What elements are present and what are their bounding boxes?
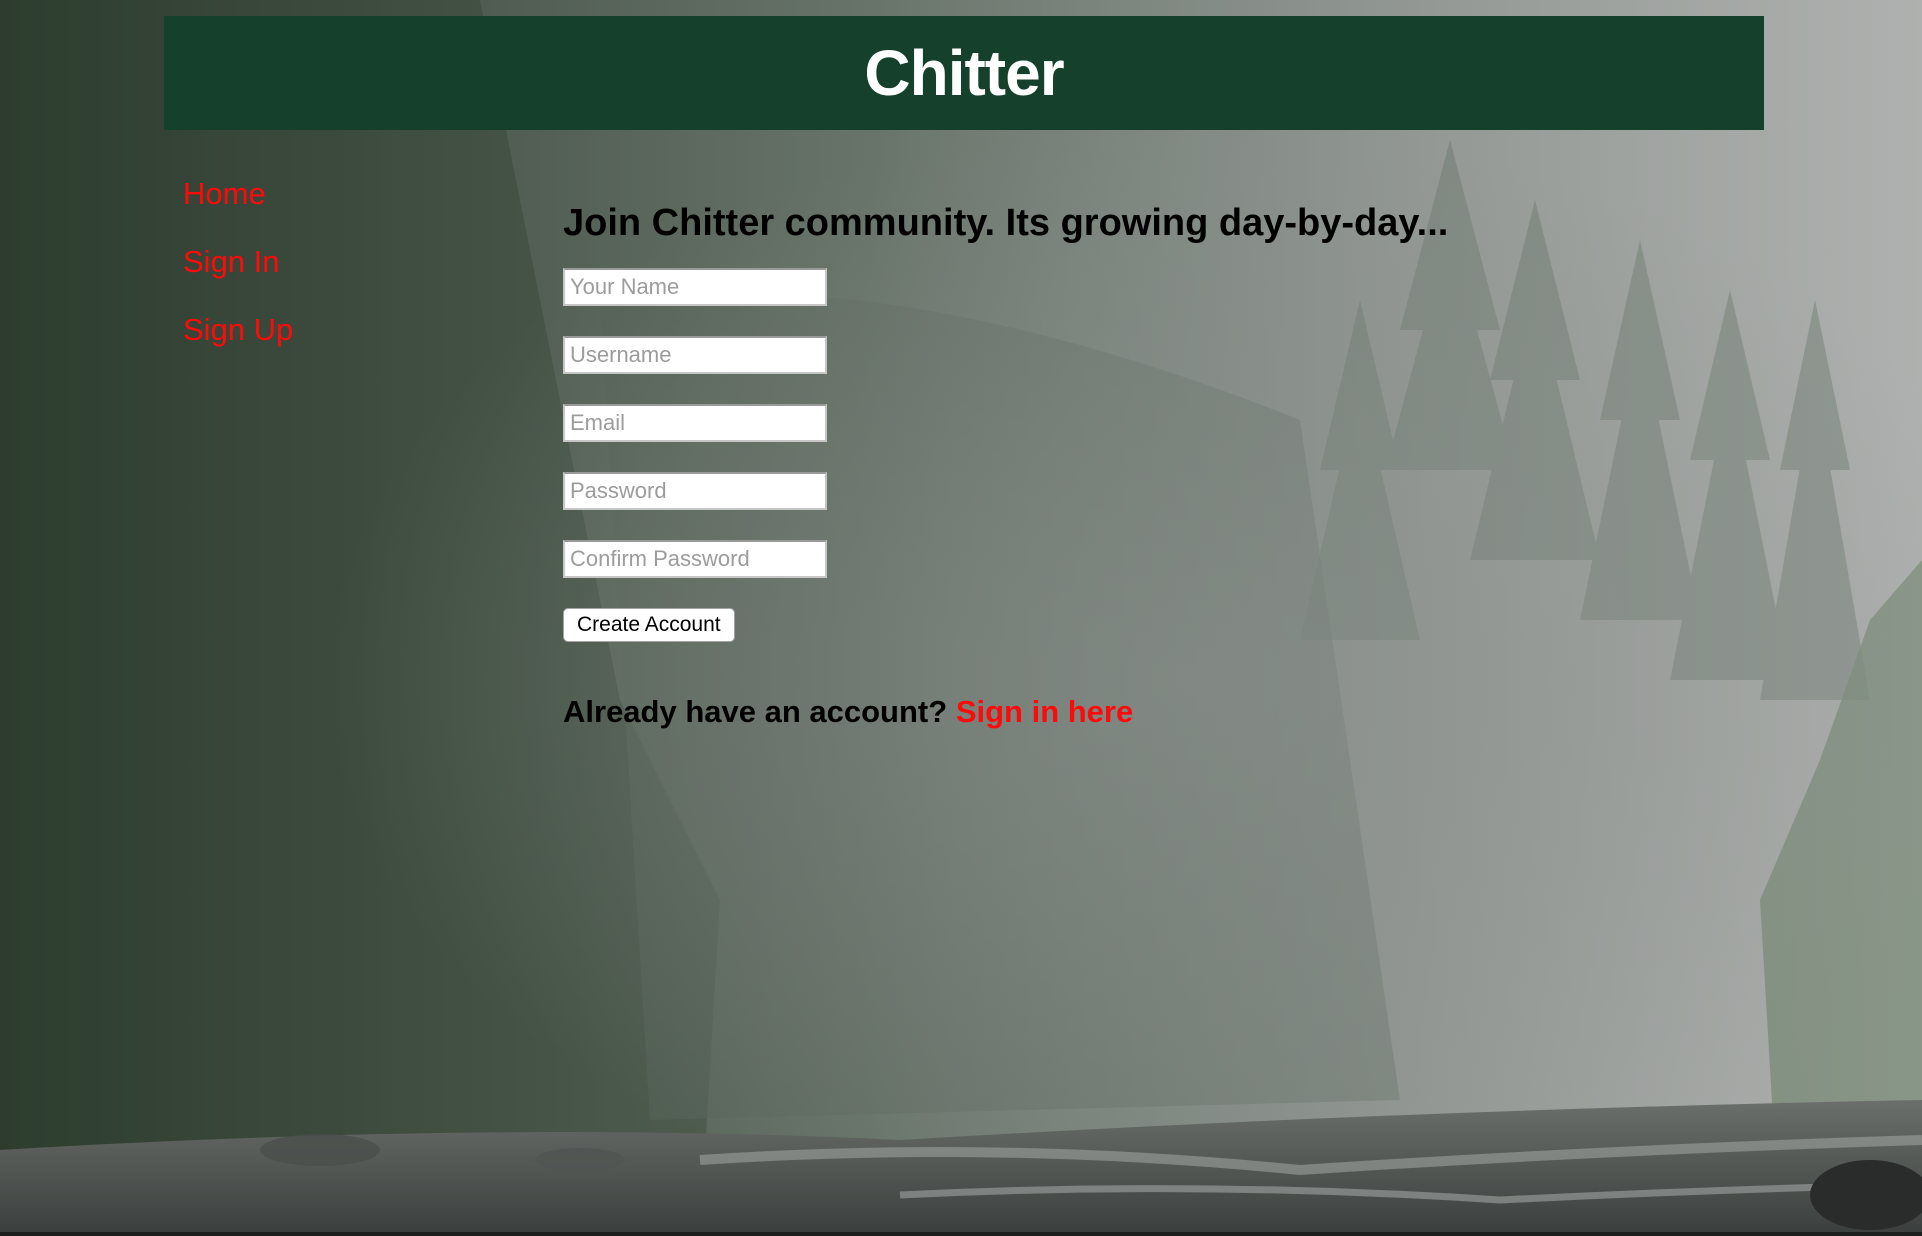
already-have-account-text: Already have an account? <box>563 694 948 729</box>
sidebar-nav: Home Sign In Sign Up <box>183 176 483 380</box>
signin-prompt: Already have an account? Sign in here <box>563 692 1663 732</box>
name-input[interactable] <box>563 268 827 306</box>
signup-heading: Join Chitter community. Its growing day-… <box>563 202 1449 244</box>
password-input[interactable] <box>563 472 827 510</box>
nav-link-sign-in[interactable]: Sign In <box>183 244 483 280</box>
nav-link-sign-up[interactable]: Sign Up <box>183 312 483 348</box>
signup-form: Create Account <box>563 268 1663 642</box>
nav-link-home[interactable]: Home <box>183 176 483 212</box>
create-account-button[interactable]: Create Account <box>563 608 735 642</box>
sign-in-here-link[interactable]: Sign in here <box>956 694 1133 729</box>
email-input[interactable] <box>563 404 827 442</box>
username-input[interactable] <box>563 336 827 374</box>
confirm-password-input[interactable] <box>563 540 827 578</box>
site-title: Chitter <box>864 37 1064 109</box>
signup-section: Join Chitter community. Its growing day-… <box>563 198 1663 732</box>
site-header: Chitter <box>164 16 1764 130</box>
